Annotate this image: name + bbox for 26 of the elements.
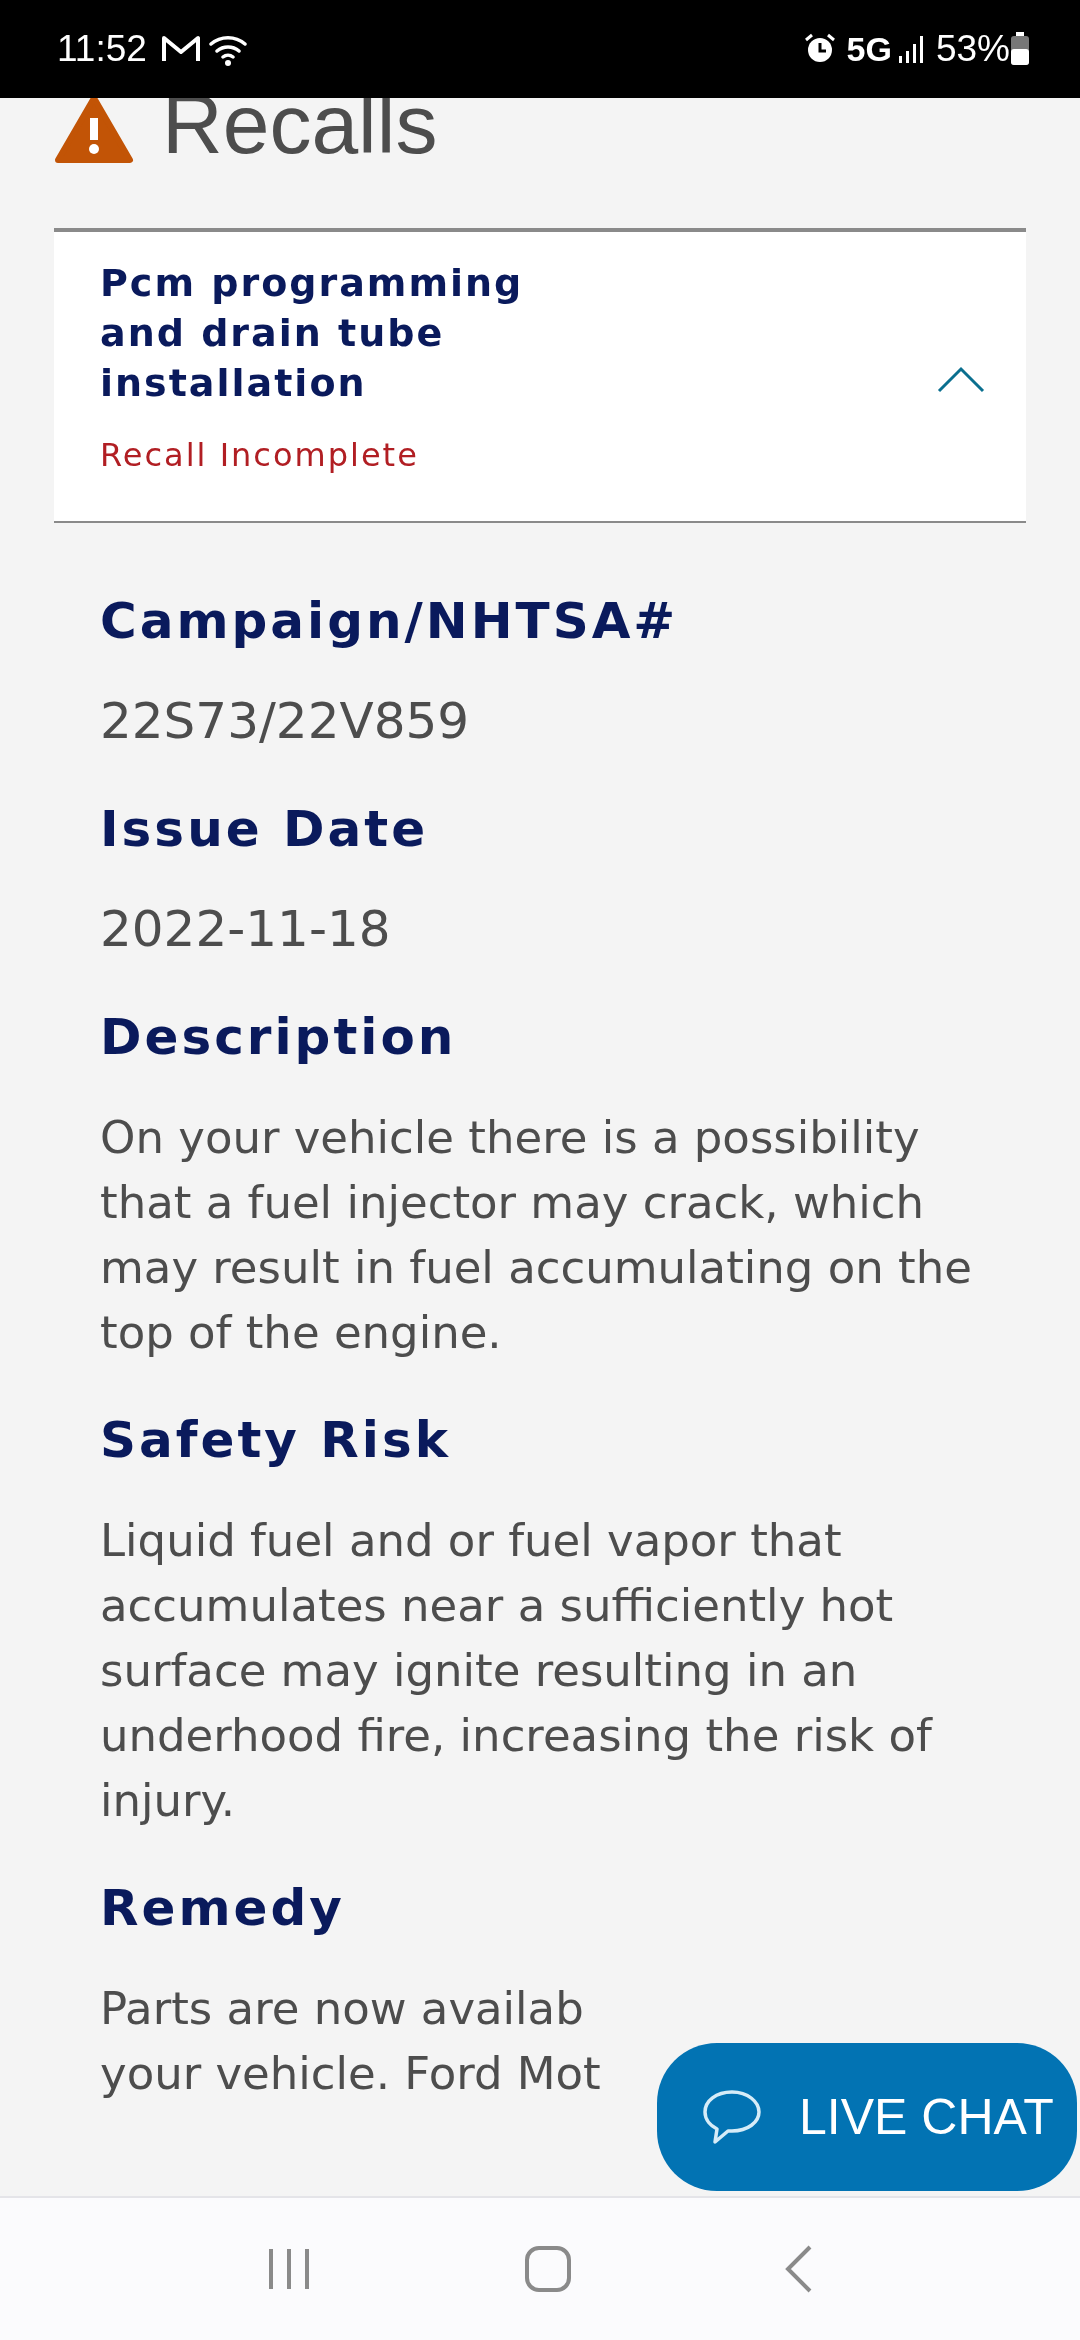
- back-icon[interactable]: [784, 2244, 814, 2294]
- detail-label: Safety Risk: [100, 1410, 452, 1471]
- detail-text-line: your vehicle. Ford Mot: [100, 2046, 602, 2102]
- detail-value: 2022-11-18: [100, 899, 392, 960]
- detail-value: 22S73/22V859: [100, 691, 471, 752]
- detail-paragraph: On your vehicle there is a possibility that a fuel injector may crack, which may result in fuel accumulating on the top of the engine.: [100, 1110, 973, 1361]
- live-chat-button[interactable]: LIVE CHAT: [657, 2043, 1077, 2191]
- detail-label: Campaign/NHTSA#: [100, 591, 680, 652]
- network-label: 5G: [846, 29, 892, 69]
- recent-apps-icon[interactable]: [266, 2246, 312, 2292]
- home-icon[interactable]: [524, 2245, 572, 2293]
- detail-label: Description: [100, 1007, 458, 1068]
- mail-icon: [160, 34, 201, 64]
- detail-text-line: Parts are now availab: [100, 1981, 585, 2037]
- time: 11:52: [57, 28, 147, 70]
- signal-icon: [897, 34, 926, 64]
- recall-title: Pcm programming and drain tube installation: [100, 260, 525, 407]
- detail-paragraph: Liquid fuel and or fuel vapor that accumulates near a sufficiently hot surface may ignite resulting in an underhood fire, increasing the risk of injury.: [100, 1513, 934, 1829]
- chat-bubble-icon: [701, 2088, 763, 2146]
- detail-label: Remedy: [100, 1878, 346, 1939]
- battery-icon: [1010, 32, 1030, 66]
- detail-label: Issue Date: [100, 799, 430, 860]
- recall-status: Recall Incomplete: [100, 435, 420, 475]
- page-title: Recalls: [162, 82, 438, 166]
- recall-card[interactable]: Pcm programming and drain tube installation Recall Incomplete: [54, 228, 1026, 523]
- battery-percent: 53%: [935, 28, 1010, 70]
